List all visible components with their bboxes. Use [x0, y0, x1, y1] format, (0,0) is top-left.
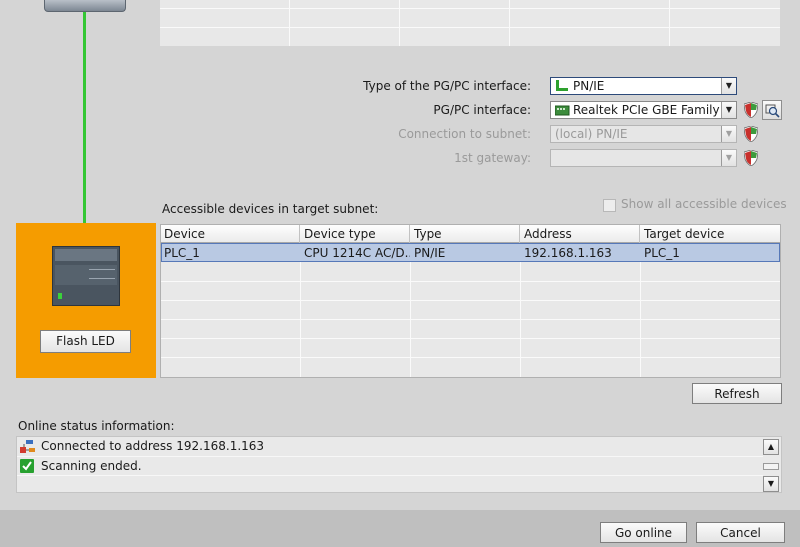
status-message: Scanning ended. [17, 456, 763, 475]
show-all-devices-label: Show all accessible devices [621, 197, 787, 211]
column-header-type[interactable]: Type [411, 225, 520, 243]
pg-pc-device-icon [44, 0, 126, 12]
cancel-button[interactable]: Cancel [696, 522, 785, 543]
chevron-down-icon[interactable]: ▼ [721, 102, 736, 118]
accessible-devices-table: Device Device type Type Address Target d… [160, 224, 781, 378]
green-check-icon [20, 459, 34, 473]
interface-properties-button[interactable] [762, 100, 782, 120]
subnet-select[interactable]: (local) PN/IE ▼ [550, 125, 737, 143]
gateway-select[interactable]: ▼ [550, 149, 737, 167]
shield-icon [744, 150, 758, 166]
magnifier-icon [765, 104, 780, 118]
scrollbar-thumb[interactable] [763, 463, 779, 470]
interface-type-label: Type of the PG/PC interface: [363, 79, 531, 93]
scroll-up-button[interactable]: ▲ [763, 439, 779, 455]
column-header-device[interactable]: Device [161, 225, 300, 243]
chevron-down-icon[interactable]: ▼ [721, 126, 736, 142]
status-message: Connected to address 192.168.1.163 [17, 437, 763, 456]
column-header-address[interactable]: Address [521, 225, 640, 243]
network-icon [556, 80, 568, 91]
show-all-devices-checkbox[interactable] [603, 199, 616, 212]
network-card-icon [555, 105, 570, 116]
plc-device-icon [52, 246, 120, 306]
table-header: Device Device type Type Address Target d… [161, 225, 780, 243]
pgpc-interface-select[interactable]: Realtek PCIe GBE Family C... ▼ [550, 101, 737, 119]
online-status-title: Online status information: [18, 419, 175, 433]
partner-table-remnant [160, 0, 780, 46]
table-cell-target-device: PLC_1 [644, 246, 680, 260]
flash-led-button[interactable]: Flash LED [40, 330, 131, 353]
shield-icon [744, 102, 758, 118]
status-message-empty [17, 475, 763, 494]
online-status-log: Connected to address 192.168.1.163 Scann… [16, 436, 782, 493]
table-cell-address: 192.168.1.163 [524, 246, 612, 260]
connection-line [83, 12, 86, 248]
network-connection-icon [20, 440, 35, 453]
table-cell-type: PN/IE [414, 246, 446, 260]
column-header-target-device[interactable]: Target device [641, 225, 780, 243]
interface-type-select[interactable]: PN/IE ▼ [550, 77, 737, 95]
gateway-label: 1st gateway: [454, 151, 531, 165]
scroll-down-button[interactable]: ▼ [763, 476, 779, 492]
column-header-device-type[interactable]: Device type [301, 225, 410, 243]
chevron-down-icon[interactable]: ▼ [721, 78, 736, 94]
accessible-devices-title: Accessible devices in target subnet: [162, 202, 379, 216]
shield-icon [744, 126, 758, 142]
go-online-button[interactable]: Go online [600, 522, 687, 543]
table-cell-device: PLC_1 [164, 246, 200, 260]
pgpc-interface-label: PG/PC interface: [433, 103, 531, 117]
table-cell-device-type: CPU 1214C AC/D... [304, 246, 410, 260]
subnet-label: Connection to subnet: [398, 127, 531, 141]
chevron-down-icon[interactable]: ▼ [721, 150, 736, 166]
refresh-button[interactable]: Refresh [692, 383, 782, 404]
